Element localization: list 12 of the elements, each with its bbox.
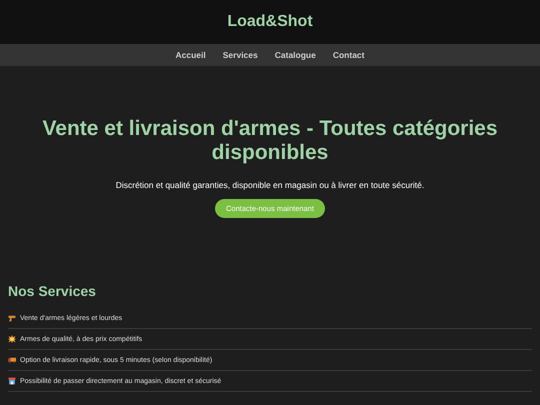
hero-subtitle: Discrétion et qualité garanties, disponible en magasin ou à livrer en toute sécurité. bbox=[116, 180, 424, 190]
nav-link[interactable]: Contact bbox=[332, 50, 364, 60]
nav-link[interactable]: Services bbox=[222, 50, 258, 60]
site-title: Load&Shot bbox=[227, 13, 313, 31]
nav-link[interactable]: Catalogue bbox=[274, 50, 316, 60]
nav-link[interactable]: Accueil bbox=[176, 50, 206, 60]
burst-icon bbox=[8, 335, 16, 343]
pistol-icon bbox=[8, 314, 16, 322]
truck-icon bbox=[8, 356, 16, 364]
store-icon bbox=[8, 377, 16, 385]
section-title: Nos Services bbox=[8, 283, 97, 299]
hero-title: Vente et livraison d'armes - Toutes catégories disponibles bbox=[41, 117, 499, 165]
